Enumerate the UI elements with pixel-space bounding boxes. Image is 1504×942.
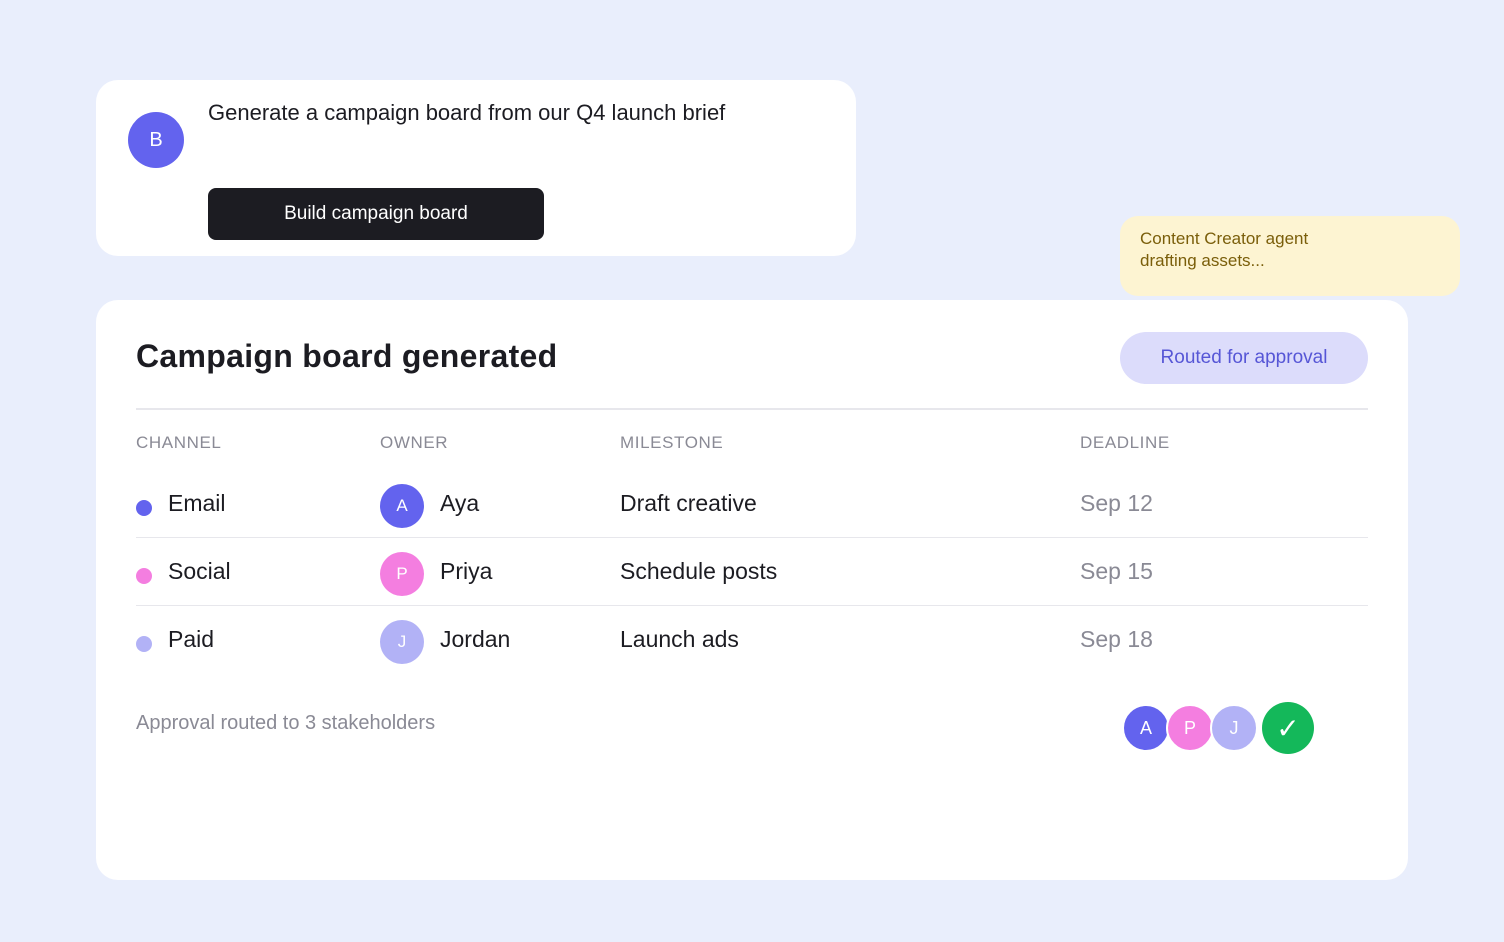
table-row[interactable]: Email A Aya Draft creative Sep 12 (136, 470, 1368, 538)
milestone: Draft creative (620, 490, 757, 516)
toast-line-2: drafting assets... (1140, 251, 1265, 270)
routed-for-approval-badge[interactable]: Routed for approval (1120, 332, 1368, 384)
stakeholder-avatar: P (1166, 704, 1214, 752)
deadline: Sep 18 (1080, 626, 1153, 652)
prompt-message: Generate a campaign board from our Q4 la… (208, 100, 726, 125)
channel-name: Paid (168, 626, 215, 652)
user-avatar: B (128, 112, 184, 168)
toast-line-1: Content Creator agent (1140, 229, 1309, 248)
channel-dot (136, 568, 152, 584)
stakeholder-avatar: A (1122, 704, 1170, 752)
column-header-milestone: MILESTONE (620, 433, 724, 452)
table-row[interactable]: Social P Priya Schedule posts Sep 15 (136, 538, 1368, 606)
table-row[interactable]: Paid J Jordan Launch ads Sep 18 (136, 606, 1368, 674)
stakeholder-avatar-stack: A P J ✓ (1122, 702, 1322, 754)
channel-dot (136, 500, 152, 516)
board-title: Campaign board generated (136, 338, 558, 374)
owner-avatar: A (380, 484, 424, 528)
milestone: Launch ads (620, 626, 739, 652)
deadline: Sep 15 (1080, 558, 1153, 584)
approval-summary: Approval routed to 3 stakeholders (136, 712, 436, 734)
deadline: Sep 12 (1080, 490, 1153, 516)
owner-name: Priya (440, 558, 493, 584)
stakeholder-avatar: J (1210, 704, 1258, 752)
check-icon: ✓ (1262, 702, 1314, 754)
channel-name: Email (168, 490, 226, 516)
milestone: Schedule posts (620, 558, 778, 584)
owner-avatar: P (380, 552, 424, 596)
prompt-card: B Generate a campaign board from our Q4 … (96, 80, 856, 256)
column-header-channel: CHANNEL (136, 433, 222, 452)
owner-name: Jordan (440, 626, 511, 652)
owner-name: Aya (440, 490, 480, 516)
channel-dot (136, 636, 152, 652)
agent-status-toast: Content Creator agent drafting assets... (1120, 216, 1460, 296)
owner-avatar: J (380, 620, 424, 664)
column-header-owner: OWNER (380, 433, 449, 452)
channel-name: Social (168, 558, 231, 584)
campaign-board-card: Campaign board generated Routed for appr… (96, 300, 1408, 880)
column-header-deadline: DEADLINE (1080, 433, 1170, 452)
build-campaign-board-button[interactable]: Build campaign board (208, 188, 544, 240)
header-divider (136, 408, 1368, 410)
